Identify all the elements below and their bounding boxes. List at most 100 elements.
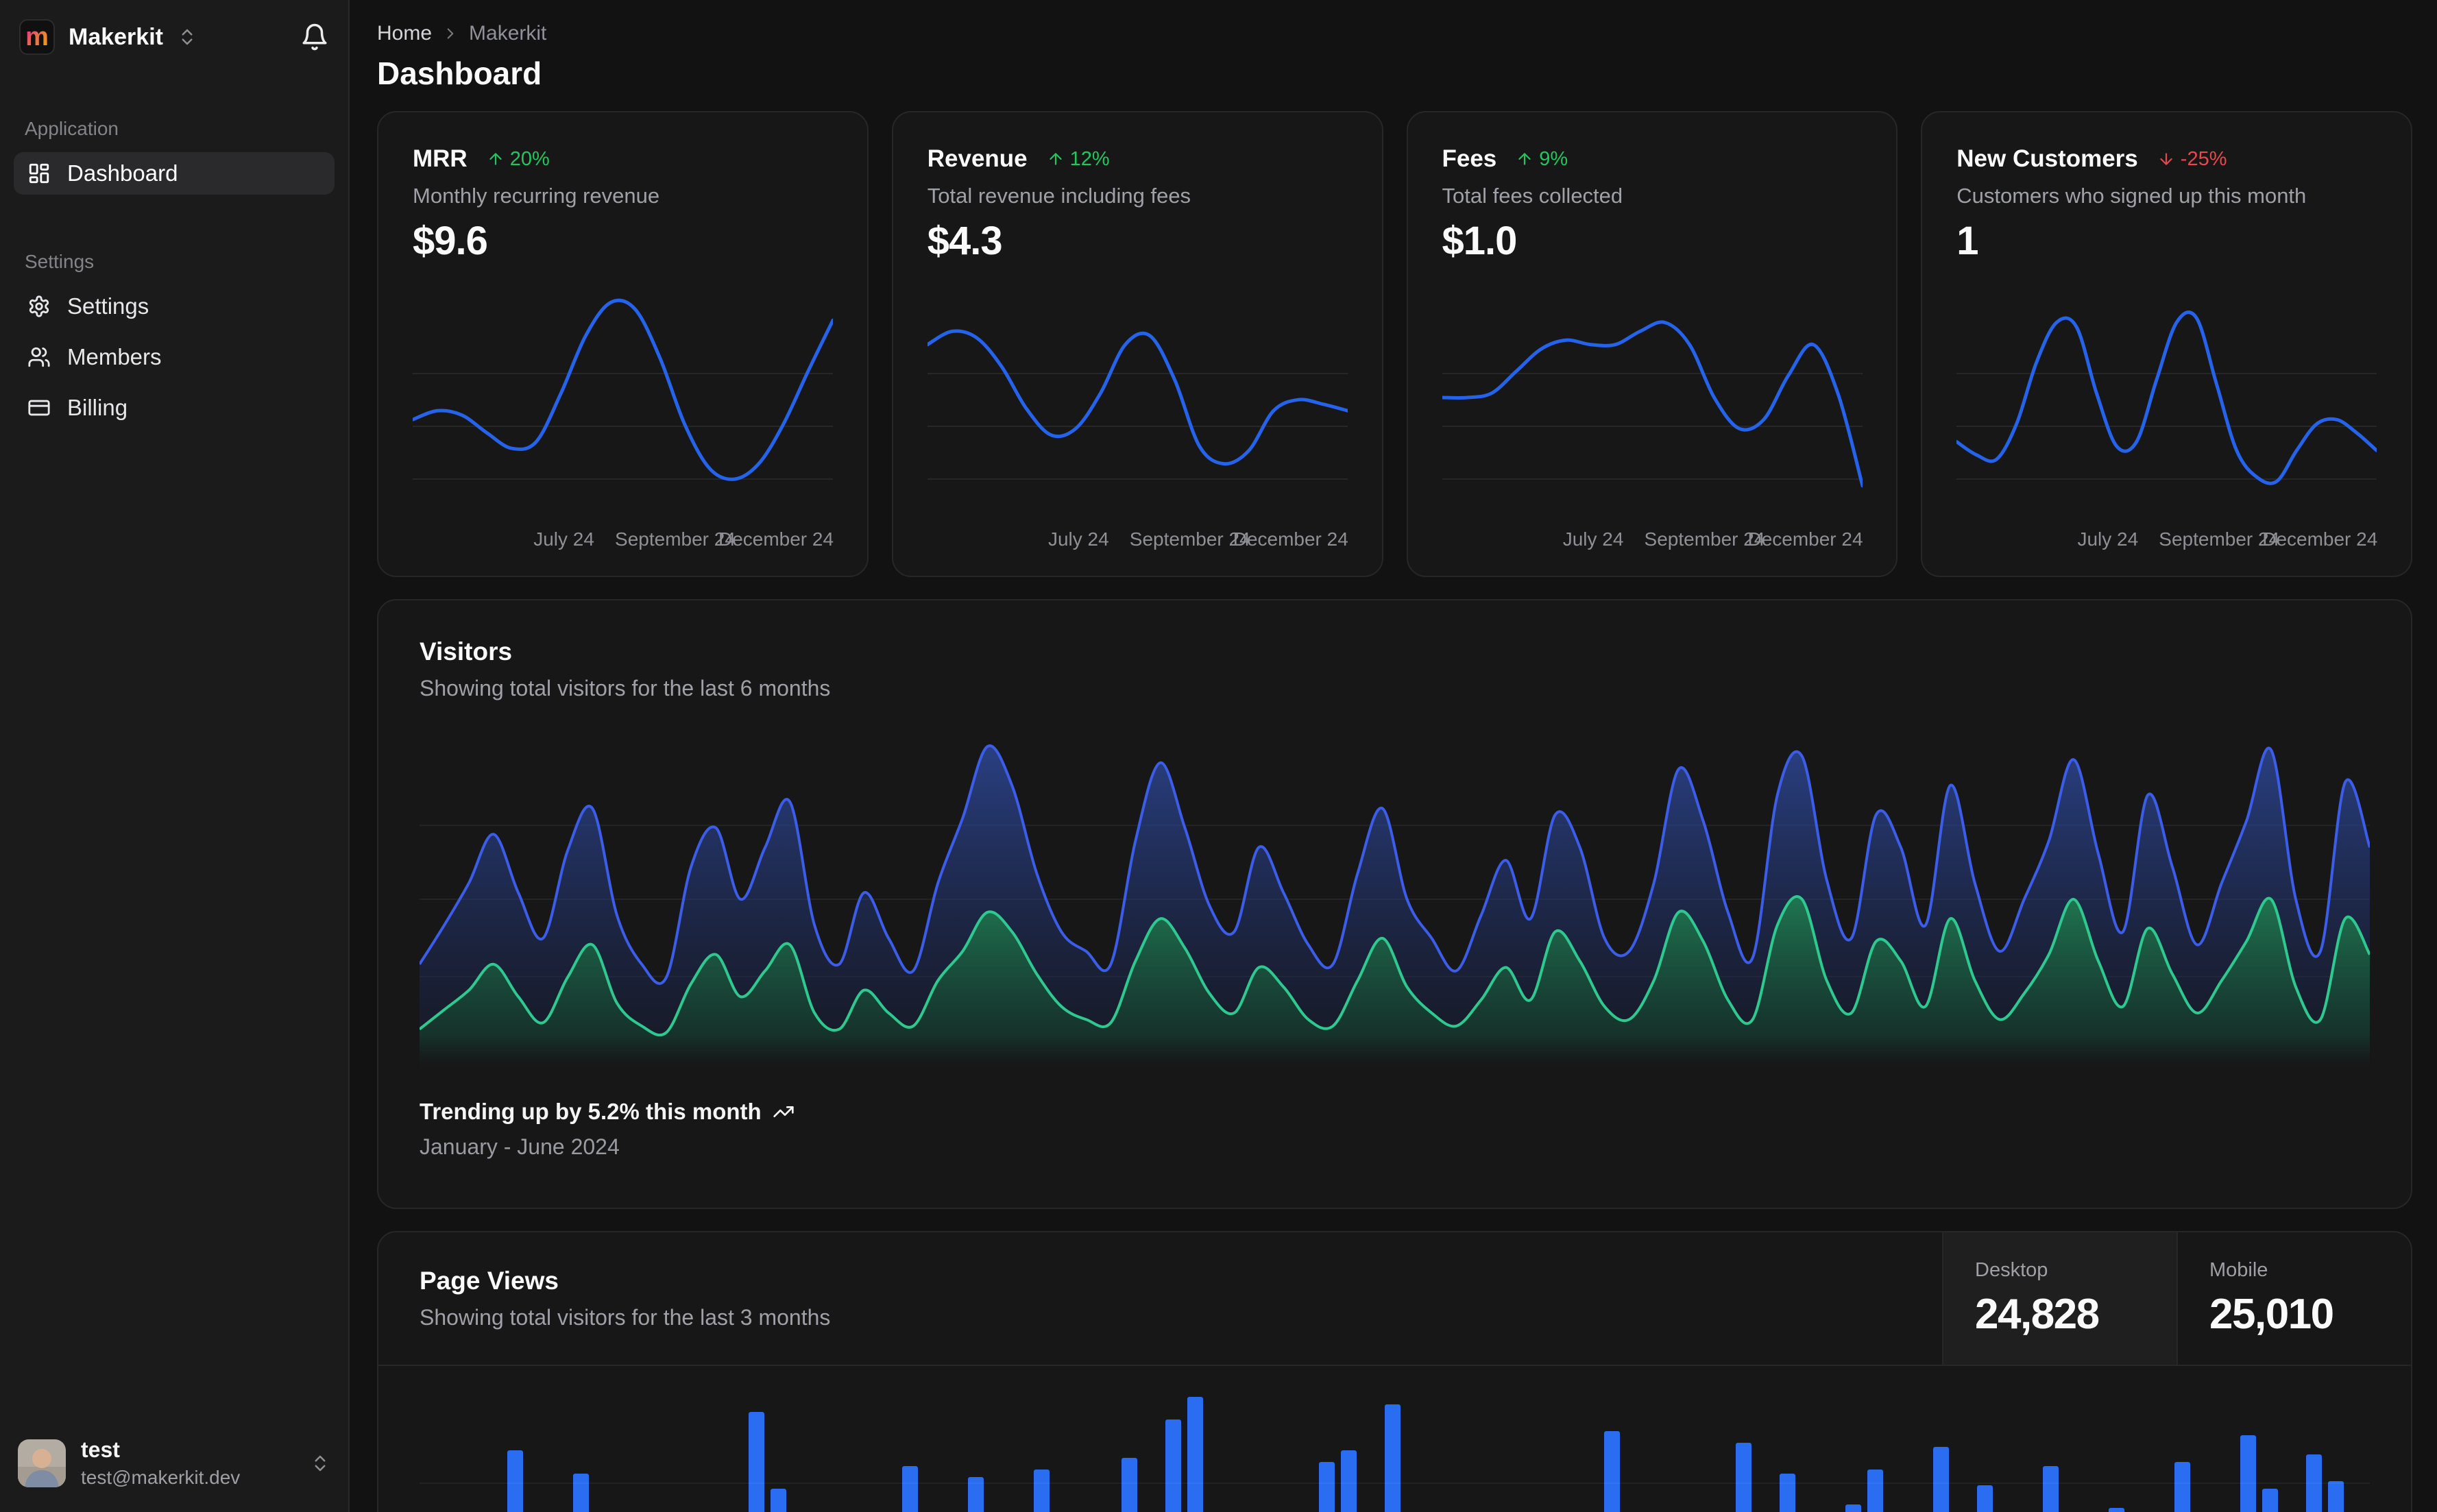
- sidebar-item-billing[interactable]: Billing: [14, 387, 335, 429]
- stat-value: 1: [1956, 219, 1978, 263]
- arrow-up-icon: [487, 150, 505, 168]
- toggle-desktop[interactable]: Desktop 24,828: [1942, 1232, 2177, 1365]
- arrow-up-icon: [1516, 150, 1533, 168]
- breadcrumb-home-link[interactable]: Home: [377, 22, 432, 45]
- stat-subtitle: Total fees collected: [1442, 184, 1623, 208]
- stat-value: $4.3: [927, 219, 1003, 263]
- user-name: test: [81, 1437, 120, 1462]
- bar: [2262, 1489, 2278, 1512]
- x-axis-label: December 24: [2262, 528, 2378, 550]
- bar: [771, 1489, 786, 1512]
- bar: [1977, 1485, 1993, 1512]
- x-axis-label: December 24: [718, 528, 834, 550]
- x-axis-label: July 24: [1562, 528, 1624, 550]
- stat-subtitle: Total revenue including fees: [927, 184, 1191, 208]
- stat-value: $9.6: [413, 219, 488, 263]
- stat-card-new-customers: New Customers -25% Customers who signed …: [1921, 111, 2412, 577]
- bar: [1385, 1404, 1401, 1512]
- trend-badge: 20%: [487, 148, 550, 171]
- toggle-value: 24,828: [1975, 1290, 2100, 1338]
- visitors-card: Visitors Showing total visitors for the …: [377, 599, 2412, 1209]
- user-menu[interactable]: test test@makerkit.dev: [14, 1437, 335, 1489]
- toggle-mobile[interactable]: Mobile 25,010: [2177, 1232, 2411, 1365]
- visitors-trend-text: Trending up by 5.2% this month: [420, 1099, 762, 1124]
- stat-title: New Customers: [1956, 145, 2138, 172]
- arrow-up-icon: [1047, 150, 1065, 168]
- x-axis-label: July 24: [533, 528, 594, 550]
- stat-subtitle: Monthly recurring revenue: [413, 184, 660, 208]
- page-views-header: Page Views Showing total visitors for th…: [378, 1232, 2411, 1366]
- x-axis-label: September 24: [1644, 528, 1765, 550]
- sparkline-chart: July 24 September 24 December 24: [927, 278, 1348, 552]
- sidebar: m Makerkit Application Dashboard Setting…: [0, 0, 350, 1512]
- page-title: Dashboard: [377, 56, 542, 91]
- arrow-down-icon: [2157, 150, 2175, 168]
- bar: [1319, 1462, 1335, 1512]
- stat-cards-row: MRR 20% Monthly recurring revenue $9.6 J…: [377, 111, 2412, 577]
- page-views-titles: Page Views Showing total visitors for th…: [378, 1232, 1942, 1365]
- user-email: test@makerkit.dev: [81, 1467, 241, 1488]
- bar: [1165, 1419, 1181, 1512]
- x-axis-label: July 24: [1047, 528, 1109, 550]
- dashboard-icon: [27, 162, 51, 185]
- x-axis-label: September 24: [2159, 528, 2280, 550]
- bar: [1845, 1504, 1861, 1512]
- bar: [749, 1412, 764, 1512]
- bell-icon: [300, 23, 329, 51]
- breadcrumb-current: Makerkit: [469, 22, 547, 45]
- user-info: test test@makerkit.dev: [81, 1437, 240, 1489]
- page-views-title: Page Views: [420, 1267, 559, 1295]
- sparkline-chart: July 24 September 24 December 24: [1442, 278, 1863, 552]
- workspace-name: Makerkit: [69, 23, 163, 50]
- stat-title: Revenue: [927, 145, 1028, 172]
- stat-title: Fees: [1442, 145, 1497, 172]
- x-axis-label: December 24: [1747, 528, 1863, 550]
- page-views-bar-chart: [420, 1366, 2370, 1512]
- chevron-right-icon: [441, 25, 459, 42]
- sidebar-item-dashboard[interactable]: Dashboard: [14, 152, 335, 195]
- stat-card-revenue: Revenue 12% Total revenue including fees…: [891, 111, 1383, 577]
- nav-section-application: Application Dashboard: [14, 118, 335, 203]
- visitors-title: Visitors: [420, 637, 513, 666]
- bar: [2174, 1462, 2190, 1512]
- bar: [1604, 1431, 1620, 1512]
- trend-value: 12%: [1069, 147, 1110, 170]
- bar: [2043, 1466, 2059, 1512]
- stat-card-mrr: MRR 20% Monthly recurring revenue $9.6 J…: [377, 111, 869, 577]
- user-avatar: [18, 1439, 66, 1487]
- bar: [1736, 1443, 1751, 1512]
- visitors-date-range: January - June 2024: [420, 1134, 620, 1159]
- workspace-selector[interactable]: m Makerkit: [14, 19, 335, 55]
- notifications-button[interactable]: [300, 23, 329, 51]
- stat-card-fees: Fees 9% Total fees collected $1.0 July 2…: [1406, 111, 1898, 577]
- bar: [1187, 1397, 1203, 1512]
- sidebar-item-settings[interactable]: Settings: [14, 285, 335, 328]
- visitors-area-chart: [418, 731, 2371, 1067]
- credit-card-icon: [27, 396, 51, 419]
- bar: [2240, 1435, 2256, 1512]
- sidebar-item-label: Dashboard: [67, 160, 178, 186]
- visitors-subtitle: Showing total visitors for the last 6 mo…: [420, 676, 831, 700]
- trend-value: 9%: [1539, 147, 1568, 170]
- bar: [1780, 1474, 1795, 1512]
- x-axis-label: September 24: [1129, 528, 1250, 550]
- trend-badge: -25%: [2157, 148, 2227, 171]
- stat-value: $1.0: [1442, 219, 1518, 263]
- nav-section-label: Application: [25, 118, 119, 139]
- chevron-up-down-icon: [310, 1453, 330, 1474]
- sidebar-item-label: Members: [67, 344, 162, 369]
- sidebar-item-label: Settings: [67, 293, 149, 319]
- gear-icon: [27, 295, 51, 318]
- makerkit-logo: m: [19, 19, 55, 55]
- sidebar-item-members[interactable]: Members: [14, 336, 335, 378]
- trend-value: 20%: [509, 147, 550, 170]
- main-content: Home Makerkit Dashboard MRR 20% Monthly …: [350, 0, 2437, 1512]
- bar: [573, 1474, 589, 1512]
- gridline: [420, 1483, 2370, 1484]
- chevron-up-down-icon: [177, 27, 197, 47]
- bar: [2328, 1481, 2344, 1512]
- toggle-value: 25,010: [2209, 1290, 2334, 1338]
- x-axis-label: July 24: [2077, 528, 2139, 550]
- x-axis-label: September 24: [615, 528, 736, 550]
- toggle-label: Mobile: [2209, 1258, 2268, 1281]
